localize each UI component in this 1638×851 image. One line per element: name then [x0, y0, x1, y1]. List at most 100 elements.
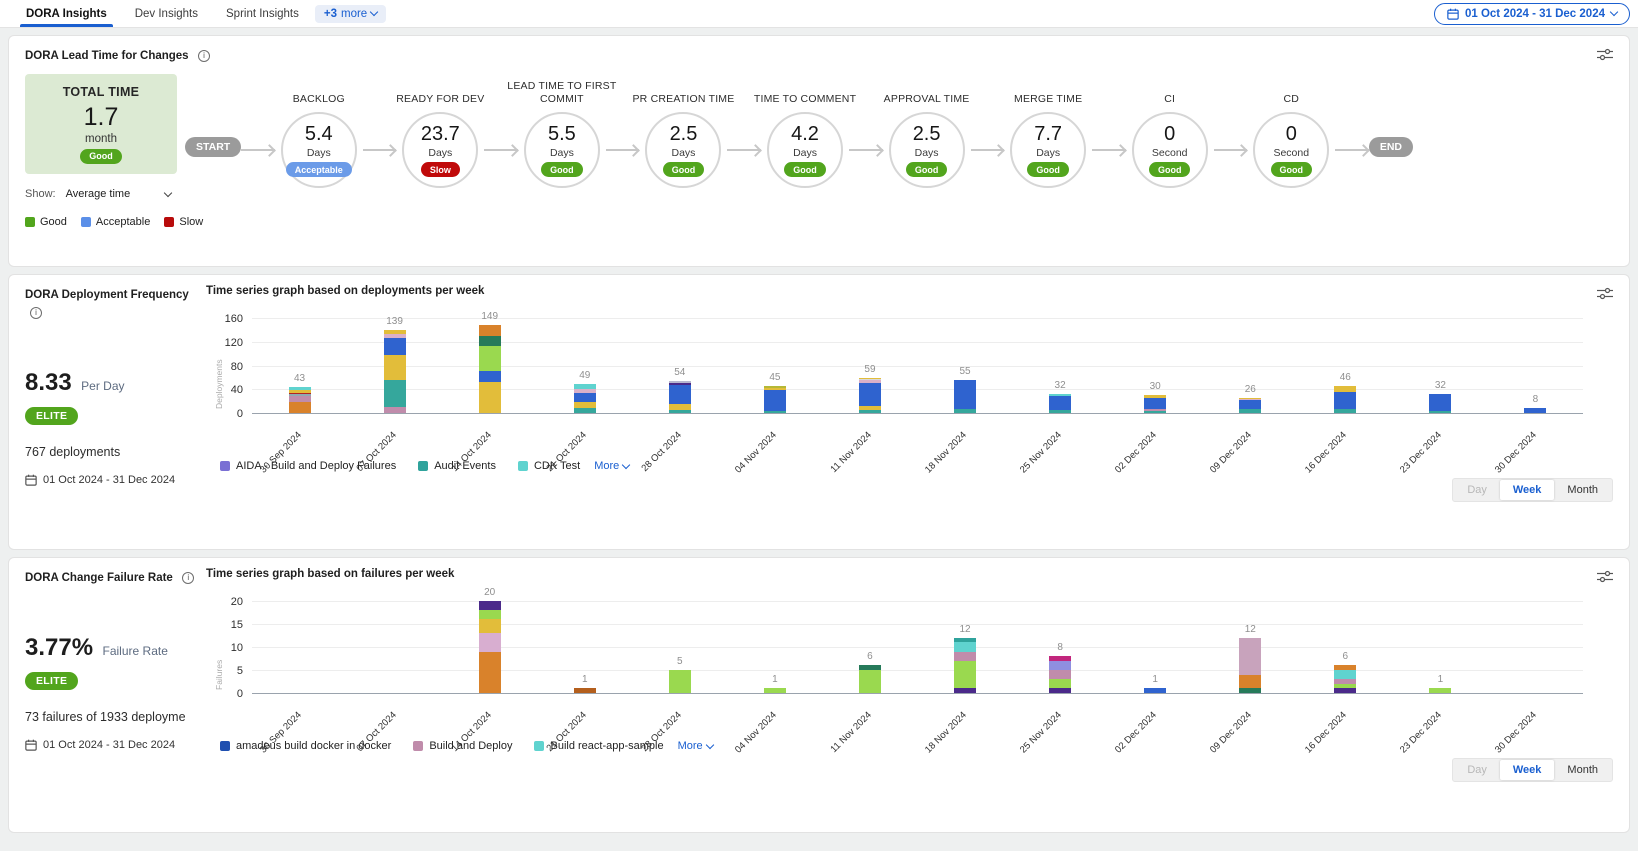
bar-segment[interactable]: [954, 661, 976, 689]
bar-segment[interactable]: [954, 642, 976, 651]
bar-18-nov-2024[interactable]: [954, 638, 976, 693]
chart-settings-icon[interactable]: [1597, 48, 1613, 66]
bar-segment[interactable]: [1334, 670, 1356, 679]
bar-02-dec-2024[interactable]: [1144, 395, 1166, 413]
bar-28-oct-2024[interactable]: [669, 381, 691, 413]
flow-stage-circle[interactable]: 5.5DaysGood: [524, 112, 600, 188]
bar-11-nov-2024[interactable]: [859, 378, 881, 413]
bar-segment[interactable]: [1429, 394, 1451, 411]
bar-segment[interactable]: [1334, 409, 1356, 413]
bar-segment[interactable]: [479, 382, 501, 413]
bar-segment[interactable]: [1334, 688, 1356, 693]
period-option-week[interactable]: Week: [1500, 480, 1555, 500]
bar-18-nov-2024[interactable]: [954, 380, 976, 413]
bar-segment[interactable]: [479, 346, 501, 371]
flow-stage-circle[interactable]: 2.5DaysGood: [645, 112, 721, 188]
bar-segment[interactable]: [1524, 408, 1546, 413]
bar-segment[interactable]: [574, 393, 596, 402]
bar-16-dec-2024[interactable]: [1334, 665, 1356, 693]
bar-30-sep-2024[interactable]: [289, 387, 311, 413]
bar-16-dec-2024[interactable]: [1334, 386, 1356, 413]
bar-segment[interactable]: [384, 338, 406, 355]
bar-segment[interactable]: [1144, 398, 1166, 410]
bar-segment[interactable]: [764, 390, 786, 410]
info-icon[interactable]: i: [30, 307, 42, 319]
bar-segment[interactable]: [289, 402, 311, 413]
bar-segment[interactable]: [1144, 688, 1166, 693]
flow-stage-circle[interactable]: 2.5DaysGood: [889, 112, 965, 188]
bar-segment[interactable]: [574, 688, 596, 693]
tab-sprint-insights[interactable]: Sprint Insights: [214, 0, 311, 27]
bar-segment[interactable]: [1049, 661, 1071, 670]
bar-segment[interactable]: [954, 688, 976, 693]
bar-segment[interactable]: [954, 652, 976, 661]
bar-segment[interactable]: [954, 380, 976, 409]
bar-11-nov-2024[interactable]: [859, 665, 881, 693]
bar-segment[interactable]: [479, 601, 501, 610]
bar-09-dec-2024[interactable]: [1239, 398, 1261, 413]
bar-segment[interactable]: [479, 325, 501, 336]
bar-segment[interactable]: [1239, 400, 1261, 410]
bar-segment[interactable]: [859, 383, 881, 407]
bar-04-nov-2024[interactable]: [764, 386, 786, 413]
bar-25-nov-2024[interactable]: [1049, 394, 1071, 413]
bar-segment[interactable]: [479, 610, 501, 619]
flow-stage-circle[interactable]: 7.7DaysGood: [1010, 112, 1086, 188]
bar-segment[interactable]: [479, 652, 501, 693]
bar-25-nov-2024[interactable]: [1049, 656, 1071, 693]
bar-14-oct-2024[interactable]: [479, 325, 501, 413]
flow-stage-circle[interactable]: 5.4DaysAcceptable: [281, 112, 357, 188]
bar-segment[interactable]: [1049, 670, 1071, 679]
bar-segment[interactable]: [574, 408, 596, 413]
flow-stage-circle[interactable]: 23.7DaysSlow: [402, 112, 478, 188]
flow-stage-circle[interactable]: 4.2DaysGood: [767, 112, 843, 188]
bar-segment[interactable]: [1239, 675, 1261, 689]
bar-segment[interactable]: [1429, 411, 1451, 413]
bar-segment[interactable]: [1429, 688, 1451, 693]
bar-28-oct-2024[interactable]: [669, 670, 691, 693]
period-option-week[interactable]: Week: [1500, 760, 1555, 780]
info-icon[interactable]: i: [198, 50, 210, 62]
bar-30-dec-2024[interactable]: [1524, 408, 1546, 413]
bar-segment[interactable]: [1049, 396, 1071, 410]
period-option-month[interactable]: Month: [1554, 480, 1611, 500]
bar-07-oct-2024[interactable]: [384, 330, 406, 413]
bar-segment[interactable]: [1239, 409, 1261, 413]
bar-23-dec-2024[interactable]: [1429, 688, 1451, 693]
info-icon[interactable]: i: [182, 572, 194, 584]
bar-04-nov-2024[interactable]: [764, 688, 786, 693]
bar-segment[interactable]: [479, 619, 501, 633]
bar-segment[interactable]: [479, 371, 501, 382]
more-tabs-dropdown[interactable]: +3 more: [315, 5, 386, 23]
flow-stage-circle[interactable]: 0SecondGood: [1253, 112, 1329, 188]
bar-segment[interactable]: [384, 355, 406, 380]
bar-segment[interactable]: [1334, 392, 1356, 409]
bar-segment[interactable]: [1049, 410, 1071, 413]
bar-21-oct-2024[interactable]: [574, 688, 596, 693]
bar-23-dec-2024[interactable]: [1429, 394, 1451, 413]
bar-segment[interactable]: [1239, 688, 1261, 693]
bar-21-oct-2024[interactable]: [574, 384, 596, 413]
bar-segment[interactable]: [669, 410, 691, 413]
legend-more-link[interactable]: More: [594, 460, 629, 472]
bar-segment[interactable]: [764, 411, 786, 413]
bar-segment[interactable]: [1049, 679, 1071, 688]
bar-segment[interactable]: [669, 670, 691, 693]
bar-09-dec-2024[interactable]: [1239, 638, 1261, 693]
bar-segment[interactable]: [954, 409, 976, 413]
flow-stage-circle[interactable]: 0SecondGood: [1132, 112, 1208, 188]
bar-segment[interactable]: [1144, 411, 1166, 413]
bar-segment[interactable]: [1049, 688, 1071, 693]
bar-02-dec-2024[interactable]: [1144, 688, 1166, 693]
bar-segment[interactable]: [479, 633, 501, 651]
bar-14-oct-2024[interactable]: [479, 601, 501, 693]
bar-segment[interactable]: [384, 380, 406, 407]
bar-segment[interactable]: [384, 407, 406, 413]
bar-segment[interactable]: [669, 385, 691, 404]
tab-dev-insights[interactable]: Dev Insights: [123, 0, 210, 27]
bar-segment[interactable]: [479, 336, 501, 346]
show-metric-selector[interactable]: Show: Average time: [25, 188, 177, 200]
bar-segment[interactable]: [859, 410, 881, 413]
bar-segment[interactable]: [859, 670, 881, 693]
date-range-picker[interactable]: 01 Oct 2024 - 31 Dec 2024: [1434, 3, 1630, 25]
